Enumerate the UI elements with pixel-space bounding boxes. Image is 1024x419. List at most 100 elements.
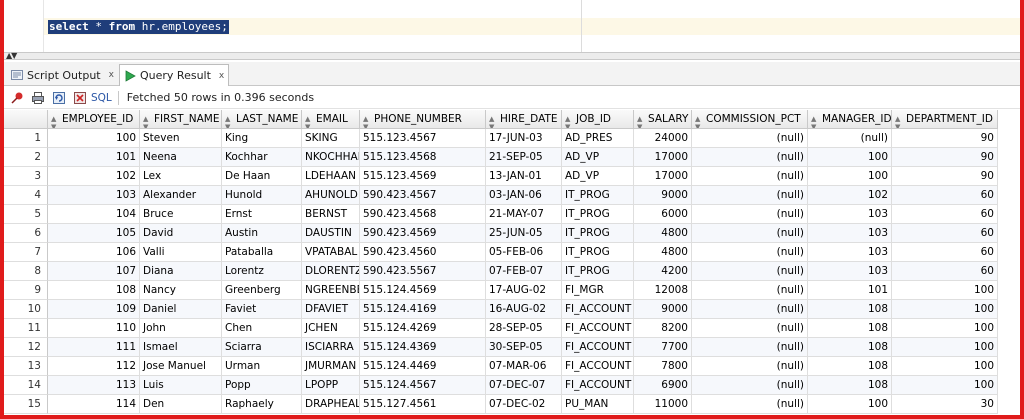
table-cell[interactable]: (null) [692, 262, 808, 281]
table-row[interactable]: 13 112 Jose Manuel Urman JMURMAN 515.124.4469… [4, 357, 1020, 376]
table-cell[interactable]: FI_ACCOUNT [562, 357, 634, 376]
table-cell[interactable]: 6900 [634, 376, 692, 395]
sort-arrows-icon[interactable]: ▲ ▼ [565, 115, 570, 128]
table-cell[interactable]: DLORENTZ [302, 262, 360, 281]
table-cell[interactable]: JCHEN [302, 319, 360, 338]
row-number[interactable]: 15 [4, 395, 48, 414]
table-cell[interactable]: 100 [892, 338, 998, 357]
table-cell[interactable]: IT_PROG [562, 186, 634, 205]
table-row[interactable]: 4 103 Alexander Hunold AHUNOLD 590.423.4567 03… [4, 186, 1020, 205]
table-cell[interactable]: John [140, 319, 222, 338]
column-header[interactable]: ▲ ▼ COMMISSION_PCT [692, 110, 808, 129]
table-cell[interactable]: 17-AUG-02 [486, 281, 562, 300]
table-cell[interactable]: (null) [692, 186, 808, 205]
table-cell[interactable]: 590.423.4560 [360, 243, 486, 262]
table-cell[interactable]: 60 [892, 243, 998, 262]
sort-arrows-icon[interactable]: ▲ ▼ [895, 115, 900, 128]
column-header[interactable]: ▲ ▼ EMAIL [302, 110, 360, 129]
table-cell[interactable]: 60 [892, 186, 998, 205]
table-cell[interactable]: 24000 [634, 129, 692, 148]
table-row[interactable]: 12 111 Ismael Sciarra ISCIARRA 515.124.4369 30… [4, 338, 1020, 357]
table-cell[interactable]: 9000 [634, 300, 692, 319]
column-header[interactable]: ▲ ▼ FIRST_NAME [140, 110, 222, 129]
table-cell[interactable]: 4800 [634, 224, 692, 243]
table-cell[interactable]: FI_ACCOUNT [562, 300, 634, 319]
table-cell[interactable]: 109 [48, 300, 140, 319]
table-cell[interactable]: Alexander [140, 186, 222, 205]
table-cell[interactable]: Den [140, 395, 222, 414]
table-cell[interactable]: 103 [808, 262, 892, 281]
row-number[interactable]: 10 [4, 300, 48, 319]
table-cell[interactable]: Popp [222, 376, 302, 395]
table-cell[interactable]: 7800 [634, 357, 692, 376]
table-cell[interactable]: 102 [48, 167, 140, 186]
table-cell[interactable]: 4200 [634, 262, 692, 281]
table-cell[interactable]: 07-DEC-02 [486, 395, 562, 414]
table-cell[interactable]: VPATABAL [302, 243, 360, 262]
row-number[interactable]: 8 [4, 262, 48, 281]
sql-link[interactable]: SQL [91, 92, 112, 104]
table-cell[interactable]: 101 [48, 148, 140, 167]
table-cell[interactable]: (null) [692, 357, 808, 376]
table-row[interactable]: 8 107 Diana Lorentz DLORENTZ 590.423.5567 07-F… [4, 262, 1020, 281]
row-number[interactable]: 1 [4, 129, 48, 148]
table-cell[interactable]: 90 [892, 129, 998, 148]
table-cell[interactable]: ISCIARRA [302, 338, 360, 357]
table-cell[interactable]: David [140, 224, 222, 243]
table-cell[interactable]: Diana [140, 262, 222, 281]
table-cell[interactable]: SKING [302, 129, 360, 148]
row-number[interactable]: 9 [4, 281, 48, 300]
refresh-icon[interactable] [51, 90, 67, 106]
column-header[interactable]: ▲ ▼ EMPLOYEE_ID [48, 110, 140, 129]
table-cell[interactable]: 108 [48, 281, 140, 300]
table-cell[interactable]: King [222, 129, 302, 148]
table-cell[interactable]: 90 [892, 148, 998, 167]
table-cell[interactable]: 515.124.4169 [360, 300, 486, 319]
row-number[interactable]: 13 [4, 357, 48, 376]
table-cell[interactable]: NGREENBE [302, 281, 360, 300]
table-cell[interactable]: (null) [692, 205, 808, 224]
table-cell[interactable]: 105 [48, 224, 140, 243]
table-row[interactable]: 7 106 Valli Pataballa VPATABAL 590.423.4560 05… [4, 243, 1020, 262]
table-cell[interactable]: 100 [892, 300, 998, 319]
table-cell[interactable]: Lorentz [222, 262, 302, 281]
sort-arrows-icon[interactable]: ▲ ▼ [811, 115, 816, 128]
table-row[interactable]: 9 108 Nancy Greenberg NGREENBE 515.124.4569 17… [4, 281, 1020, 300]
table-cell[interactable]: Bruce [140, 205, 222, 224]
table-cell[interactable]: 106 [48, 243, 140, 262]
table-row[interactable]: 2 101 Neena Kochhar NKOCHHAR 515.123.4568 21-S… [4, 148, 1020, 167]
table-cell[interactable]: (null) [692, 243, 808, 262]
table-cell[interactable]: 100 [892, 357, 998, 376]
table-cell[interactable]: DAUSTIN [302, 224, 360, 243]
table-cell[interactable]: 107 [48, 262, 140, 281]
table-cell[interactable]: AD_VP [562, 148, 634, 167]
row-number[interactable]: 6 [4, 224, 48, 243]
table-cell[interactable]: 114 [48, 395, 140, 414]
table-cell[interactable]: FI_MGR [562, 281, 634, 300]
sort-arrows-icon[interactable]: ▲ ▼ [143, 115, 148, 128]
table-cell[interactable]: Neena [140, 148, 222, 167]
table-cell[interactable]: Raphaely [222, 395, 302, 414]
tab-script-output[interactable]: Script Output x [7, 64, 118, 86]
table-cell[interactable]: 515.124.4469 [360, 357, 486, 376]
query-result-grid[interactable]: ▲ ▼ EMPLOYEE_ID ▲ ▼ FIRST_NAME ▲ ▼ LAST_NAME ▲ ▼ EM… [4, 110, 1020, 415]
sort-arrows-icon[interactable]: ▲ ▼ [305, 115, 310, 128]
table-cell[interactable]: 21-MAY-07 [486, 205, 562, 224]
table-cell[interactable]: 28-SEP-05 [486, 319, 562, 338]
table-row[interactable]: 11 110 John Chen JCHEN 515.124.4269 28-SEP-05 F… [4, 319, 1020, 338]
pin-icon[interactable] [9, 90, 25, 106]
table-cell[interactable]: LPOPP [302, 376, 360, 395]
table-row[interactable]: 5 104 Bruce Ernst BERNST 590.423.4568 21-MAY-0… [4, 205, 1020, 224]
table-cell[interactable]: 515.124.4569 [360, 281, 486, 300]
table-cell[interactable]: 6000 [634, 205, 692, 224]
sort-arrows-icon[interactable]: ▲ ▼ [489, 115, 494, 128]
table-cell[interactable]: 4800 [634, 243, 692, 262]
row-number[interactable]: 12 [4, 338, 48, 357]
table-cell[interactable]: IT_PROG [562, 224, 634, 243]
sort-arrows-icon[interactable]: ▲ ▼ [363, 115, 368, 128]
row-number[interactable]: 3 [4, 167, 48, 186]
table-cell[interactable]: 07-MAR-06 [486, 357, 562, 376]
table-cell[interactable]: DRAPHEAL [302, 395, 360, 414]
row-number[interactable]: 7 [4, 243, 48, 262]
table-cell[interactable]: Pataballa [222, 243, 302, 262]
